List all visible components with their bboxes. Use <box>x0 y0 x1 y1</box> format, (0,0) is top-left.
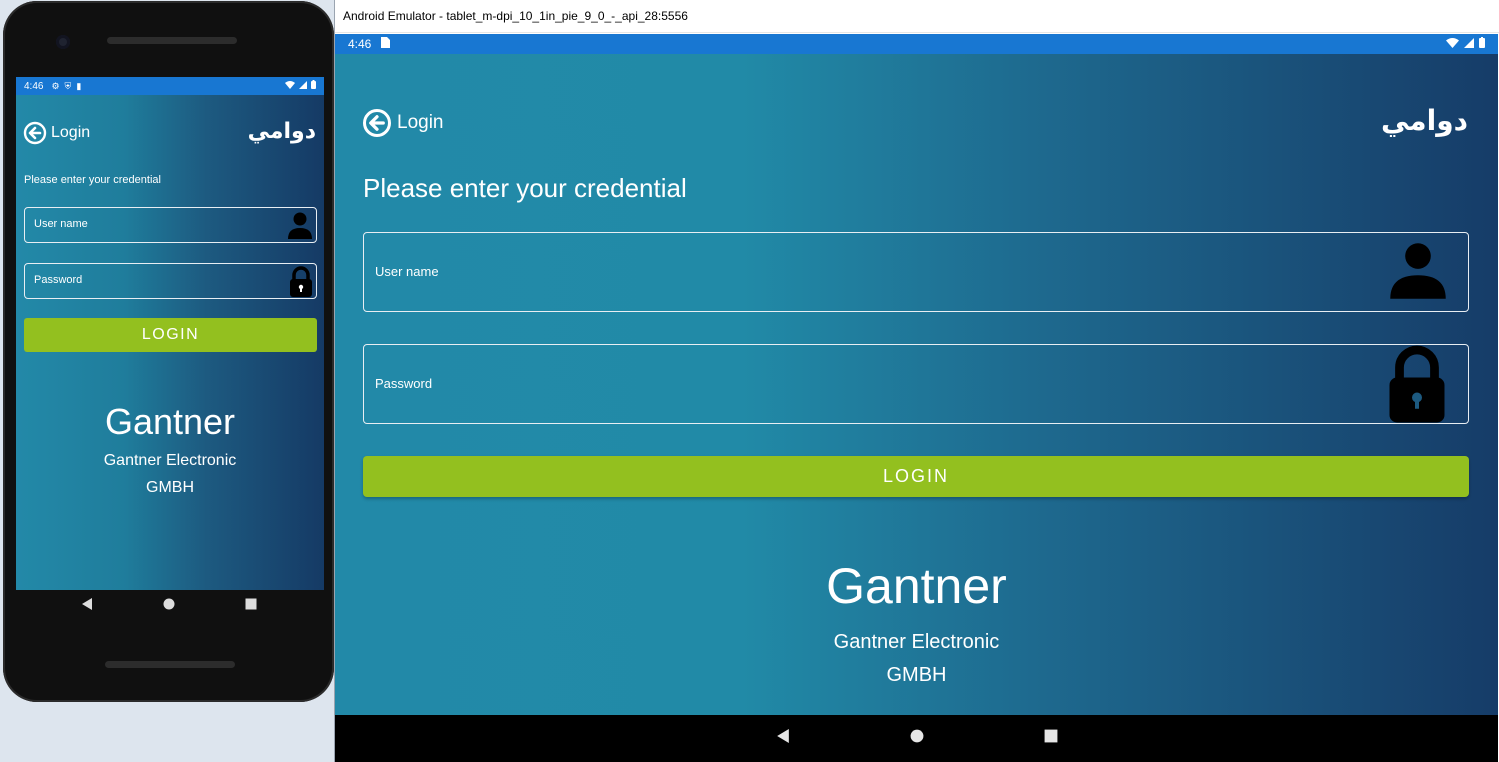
emulator-window: Android Emulator - tablet_m-dpi_10_1in_p… <box>334 0 1499 762</box>
speaker-grille <box>107 37 237 44</box>
password-field[interactable]: Password <box>363 344 1469 424</box>
company-subtitle-line2: GMBH <box>146 479 194 496</box>
username-field[interactable]: User name <box>24 207 317 243</box>
login-header: Login <box>23 121 90 145</box>
login-button[interactable]: LOGIN <box>363 456 1469 497</box>
company-subtitle-line1: Gantner Electronic <box>103 452 237 469</box>
username-field[interactable]: User name <box>363 232 1469 312</box>
password-label: Password <box>34 274 83 286</box>
app-logo: دوامي <box>1380 104 1468 137</box>
wifi-icon <box>285 80 295 92</box>
nav-recents-icon[interactable] <box>245 597 257 615</box>
credential-prompt: Please enter your credential <box>24 174 161 186</box>
tablet-screen: 4:46 Login دوامي Please enter your crede… <box>335 34 1498 715</box>
tablet-nav-bar <box>335 715 1498 762</box>
battery-icon <box>311 80 316 92</box>
nav-home-icon[interactable] <box>910 729 924 748</box>
status-bar: 4:46 <box>335 34 1498 54</box>
company-name: Gantner <box>826 558 1007 614</box>
status-time: 4:46 <box>24 80 44 92</box>
page-title: Login <box>51 124 91 141</box>
battery-icon <box>1479 37 1485 51</box>
nav-recents-icon[interactable] <box>1044 729 1058 748</box>
username-label: User name <box>375 264 439 279</box>
page-title: Login <box>397 112 444 133</box>
person-icon <box>286 210 314 240</box>
password-label: Password <box>375 376 433 391</box>
phone-nav-bar <box>3 591 334 621</box>
sim-card-icon <box>381 37 391 51</box>
lock-icon <box>1384 345 1450 425</box>
password-field[interactable]: Password <box>24 263 317 299</box>
login-button[interactable]: LOGIN <box>24 318 317 352</box>
status-bar: 4:46 ⚙ ⛨ ▮ <box>16 77 324 95</box>
company-subtitle-line2: GMBH <box>886 664 947 686</box>
shield-icon: ⛨ <box>64 80 72 91</box>
company-subtitle-line1: Gantner Electronic <box>833 631 1000 653</box>
nav-home-icon[interactable] <box>163 597 175 615</box>
status-time: 4:46 <box>348 37 372 51</box>
phone-emulator: 4:46 ⚙ ⛨ ▮ Login دوامي Please enter your… <box>3 1 334 702</box>
credential-prompt: Please enter your credential <box>363 173 687 203</box>
nav-back-icon[interactable] <box>81 597 93 615</box>
signal-icon <box>299 80 307 92</box>
signal-icon <box>1464 37 1474 51</box>
person-icon <box>1386 239 1450 303</box>
window-title: Android Emulator - tablet_m-dpi_10_1in_p… <box>343 9 688 23</box>
app-logo: دوامي <box>247 119 316 144</box>
camera-icon <box>56 35 70 49</box>
lock-icon <box>288 266 314 298</box>
back-arrow-circle-icon[interactable] <box>362 108 392 138</box>
window-titlebar[interactable]: Android Emulator - tablet_m-dpi_10_1in_p… <box>335 0 1499 33</box>
username-label: User name <box>34 218 88 230</box>
nav-back-icon[interactable] <box>776 729 790 748</box>
sim-card-icon: ▮ <box>76 80 82 91</box>
phone-screen: 4:46 ⚙ ⛨ ▮ Login دوامي Please enter your… <box>16 77 324 590</box>
company-name: Gantner <box>104 401 236 442</box>
wifi-icon <box>1446 37 1459 51</box>
login-header: Login <box>362 108 444 138</box>
settings-icon: ⚙ <box>51 80 60 91</box>
speaker-grille-bottom <box>105 661 235 668</box>
back-arrow-circle-icon[interactable] <box>23 121 47 145</box>
